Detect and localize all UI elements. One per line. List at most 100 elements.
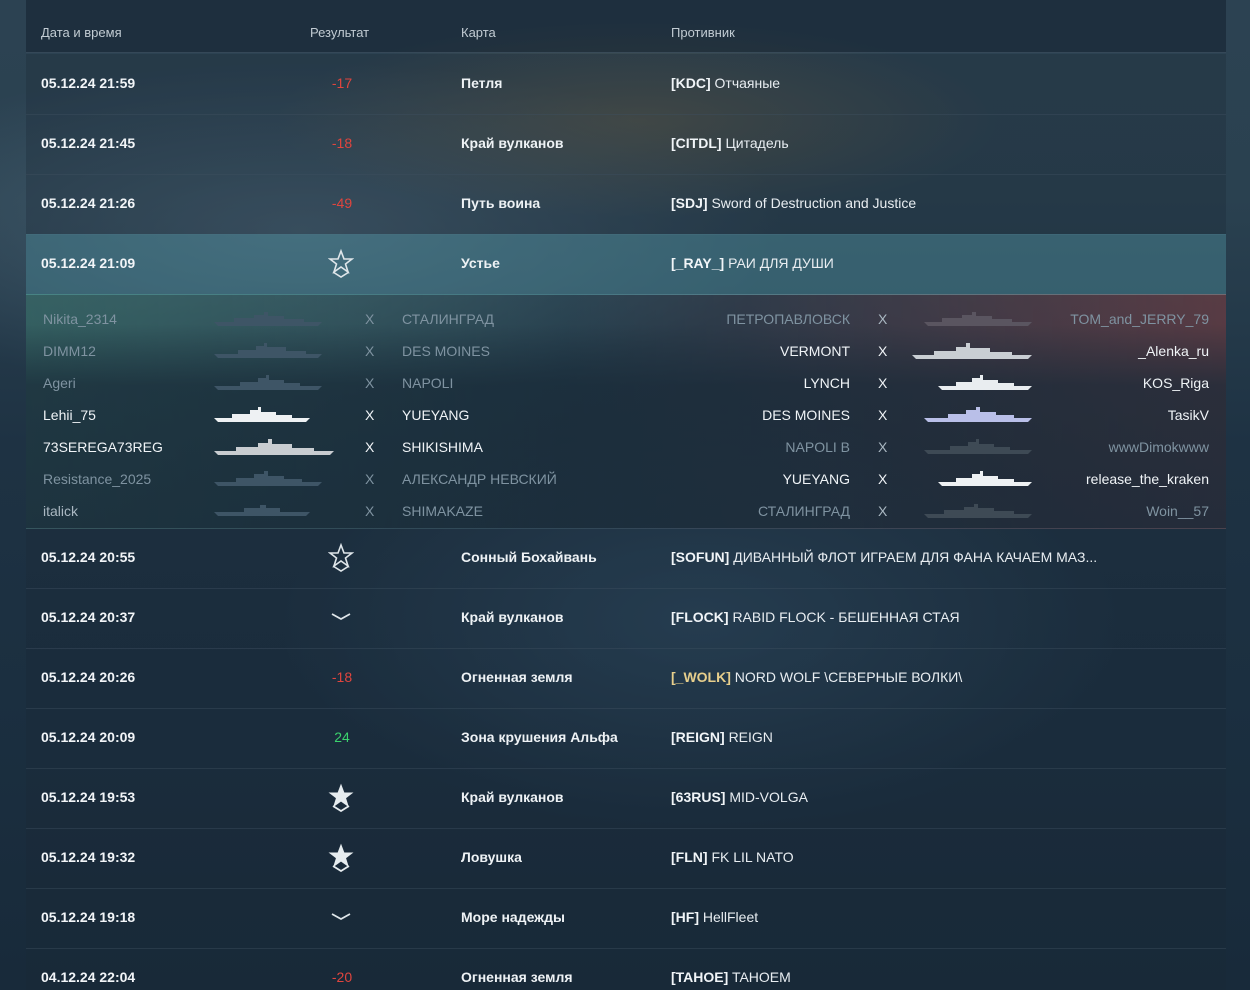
battle-map: Ловушка xyxy=(461,849,522,865)
opponent-clan[interactable]: [_RAY_] РАИ ДЛЯ ДУШИ xyxy=(671,255,834,271)
ship-silhouette-icon xyxy=(214,375,322,390)
player-row: 73SEREGA73REG X SHIKISHIMA NAPOLI B X ww… xyxy=(26,432,1226,464)
battle-row[interactable]: 05.12.24 20:26 -18 Огненная земля [_WOLK… xyxy=(26,648,1226,709)
enemy-player-name[interactable]: KOS_Riga xyxy=(1143,375,1209,391)
enemy-player-name[interactable]: _Alenka_ru xyxy=(1138,343,1209,359)
star-filled-icon xyxy=(328,783,354,812)
enemy-ship-name: LYNCH xyxy=(803,375,850,391)
clan-name: Отчаяные xyxy=(714,75,781,91)
enemy-destroyed-mark: X xyxy=(878,471,888,487)
battle-map: Огненная земля xyxy=(461,969,573,985)
ally-ship-name: SHIKISHIMA xyxy=(402,439,483,455)
star-filled-icon xyxy=(328,843,354,872)
ally-player-name[interactable]: Lehii_75 xyxy=(43,407,96,423)
battle-row[interactable]: 05.12.24 21:45 -18 Край вулканов [CITDL]… xyxy=(26,114,1226,175)
opponent-clan[interactable]: [FLN] FK LIL NATO xyxy=(671,849,794,865)
clan-tag: [REIGN] xyxy=(671,729,725,745)
clan-name: MID-VOLGA xyxy=(729,789,808,805)
enemy-player-name[interactable]: wwwDimokwww xyxy=(1109,439,1209,455)
battle-history-panel: Дата и время Результат Карта Противник 0… xyxy=(26,0,1226,990)
battle-row[interactable]: 05.12.24 19:18 Море надежды [HF] HellFle… xyxy=(26,888,1226,949)
battle-row-selected[interactable]: 05.12.24 21:09 Устье [_RAY_] РАИ ДЛЯ ДУШ… xyxy=(26,234,1226,295)
battle-date: 05.12.24 20:55 xyxy=(41,549,136,565)
enemy-destroyed-mark: X xyxy=(878,343,888,359)
ally-ship-name: АЛЕКСАНДР НЕВСКИЙ xyxy=(402,471,557,487)
enemy-destroyed-mark: X xyxy=(878,375,888,391)
table-header: Дата и время Результат Карта Противник xyxy=(26,0,1226,53)
enemy-player-name[interactable]: release_the_kraken xyxy=(1086,471,1209,487)
opponent-clan[interactable]: [63RUS] MID-VOLGA xyxy=(671,789,808,805)
clan-name: FK LIL NATO xyxy=(711,849,794,865)
ally-ship-name: SHIMAKAZE xyxy=(402,503,483,519)
battle-date: 05.12.24 19:32 xyxy=(41,849,136,865)
ally-player-name[interactable]: DIMM12 xyxy=(43,343,96,359)
battle-row[interactable]: 04.12.24 22:04 -20 Огненная земля [TAHOE… xyxy=(26,948,1226,990)
chevron-icon xyxy=(331,613,351,621)
opponent-clan[interactable]: [CITDL] Цитадель xyxy=(671,135,789,151)
ship-silhouette-icon xyxy=(924,504,1032,518)
header-result[interactable]: Результат xyxy=(310,25,369,40)
enemy-ship-name: VERMONT xyxy=(780,343,850,359)
opponent-clan[interactable]: [FLOCK] RABID FLOCK - БЕШЕННАЯ СТАЯ xyxy=(671,609,960,625)
ally-player-name[interactable]: Ageri xyxy=(43,375,76,391)
enemy-player-name[interactable]: TOM_and_JERRY_79 xyxy=(1070,311,1209,327)
ally-destroyed-mark: X xyxy=(365,343,375,359)
ally-player-name[interactable]: Resistance_2025 xyxy=(43,471,151,487)
enemy-player-name[interactable]: Woin__57 xyxy=(1146,503,1209,519)
ship-silhouette-icon xyxy=(938,471,1032,486)
clan-tag: [FLOCK] xyxy=(671,609,729,625)
battle-date: 05.12.24 21:59 xyxy=(41,75,136,91)
clan-name: ДИВАННЫЙ ФЛОТ ИГРАЕМ ДЛЯ ФАНА КАЧАЕМ МАЗ… xyxy=(733,549,1098,565)
battle-row[interactable]: 05.12.24 20:09 24 Зона крушения Альфа [R… xyxy=(26,708,1226,769)
ship-silhouette-icon xyxy=(214,407,310,422)
enemy-destroyed-mark: X xyxy=(878,503,888,519)
header-map[interactable]: Карта xyxy=(461,25,496,40)
battle-result: -18 xyxy=(331,669,353,685)
ship-silhouette-icon xyxy=(214,343,322,358)
battle-map: Зона крушения Альфа xyxy=(461,729,618,745)
clan-tag: [FLN] xyxy=(671,849,708,865)
battle-row[interactable]: 05.12.24 19:32 Ловушка [FLN] FK LIL NATO xyxy=(26,828,1226,889)
battle-date: 04.12.24 22:04 xyxy=(41,969,136,985)
battle-map: Море надежды xyxy=(461,909,565,925)
opponent-clan[interactable]: [SOFUN] ДИВАННЫЙ ФЛОТ ИГРАЕМ ДЛЯ ФАНА КА… xyxy=(671,549,1097,565)
opponent-clan[interactable]: [_WOLK] NORD WOLF \СЕВЕРНЫЕ ВОЛКИ\ xyxy=(671,669,962,685)
enemy-ship-name: YUEYANG xyxy=(782,471,850,487)
header-date[interactable]: Дата и время xyxy=(41,25,122,40)
ally-ship-name: DES MOINES xyxy=(402,343,490,359)
opponent-clan[interactable]: [TAHOE] TAHOEM xyxy=(671,969,791,985)
opponent-clan[interactable]: [HF] HellFleet xyxy=(671,909,758,925)
battle-date: 05.12.24 20:37 xyxy=(41,609,136,625)
header-opponent[interactable]: Противник xyxy=(671,25,735,40)
battle-row[interactable]: 05.12.24 21:26 -49 Путь воина [SDJ] Swor… xyxy=(26,174,1226,235)
ally-destroyed-mark: X xyxy=(365,375,375,391)
player-row: DIMM12 X DES MOINES VERMONT X _Alenka_ru xyxy=(26,336,1226,368)
battle-row[interactable]: 05.12.24 20:55 Сонный Бохайвань [SOFUN] … xyxy=(26,528,1226,589)
ally-player-name[interactable]: Nikita_2314 xyxy=(43,311,117,327)
clan-tag: [HF] xyxy=(671,909,699,925)
opponent-clan[interactable]: [KDC] Отчаяные xyxy=(671,75,780,91)
battle-result: -17 xyxy=(331,75,353,91)
clan-tag: [SDJ] xyxy=(671,195,708,211)
battle-details: Nikita_2314 X СТАЛИНГРАД ПЕТРОПАВЛОВСК X… xyxy=(26,294,1226,529)
ally-destroyed-mark: X xyxy=(365,503,375,519)
enemy-destroyed-mark: X xyxy=(878,439,888,455)
battle-date: 05.12.24 19:18 xyxy=(41,909,136,925)
enemy-player-name[interactable]: TasikV xyxy=(1168,407,1209,423)
opponent-clan[interactable]: [SDJ] Sword of Destruction and Justice xyxy=(671,195,916,211)
clan-tag: [KDC] xyxy=(671,75,711,91)
battle-row[interactable]: 05.12.24 20:37 Край вулканов [FLOCK] RAB… xyxy=(26,588,1226,649)
star-outline-icon xyxy=(328,542,354,572)
player-row: Resistance_2025 X АЛЕКСАНДР НЕВСКИЙ YUEY… xyxy=(26,464,1226,496)
battle-result: -20 xyxy=(331,969,353,985)
battle-row[interactable]: 05.12.24 19:53 Край вулканов [63RUS] MID… xyxy=(26,768,1226,829)
clan-tag: [63RUS] xyxy=(671,789,726,805)
ally-player-name[interactable]: 73SEREGA73REG xyxy=(43,439,163,455)
ally-player-name[interactable]: italick xyxy=(43,503,78,519)
battle-result: -18 xyxy=(331,135,353,151)
battle-row[interactable]: 05.12.24 21:59 -17 Петля [KDC] Отчаяные xyxy=(26,54,1226,115)
ally-ship-name: СТАЛИНГРАД xyxy=(402,311,495,327)
ship-silhouette-icon xyxy=(214,312,322,326)
opponent-clan[interactable]: [REIGN] REIGN xyxy=(671,729,773,745)
clan-name: NORD WOLF \СЕВЕРНЫЕ ВОЛКИ\ xyxy=(734,669,963,685)
